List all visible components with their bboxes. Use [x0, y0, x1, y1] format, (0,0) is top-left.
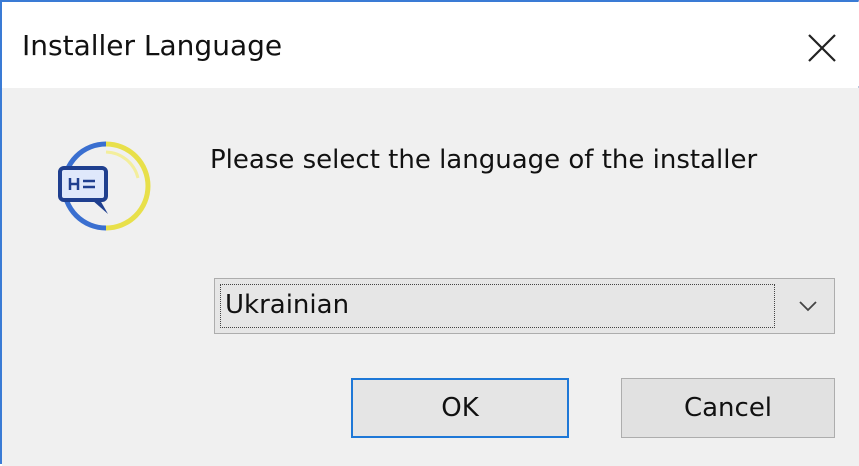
close-button[interactable] [790, 20, 854, 76]
chevron-down-icon [799, 301, 817, 312]
title-bar: Installer Language [2, 2, 859, 86]
window-title: Installer Language [22, 29, 283, 62]
ok-button[interactable]: OK [351, 378, 569, 438]
language-select[interactable]: Ukrainian [214, 278, 835, 334]
dialog-body: Please select the language of the instal… [2, 88, 859, 466]
installer-language-icon [50, 138, 156, 234]
close-icon [808, 34, 836, 62]
installer-language-dialog: Installer Language Please select the lan… [0, 0, 859, 466]
language-prompt: Please select the language of the instal… [210, 145, 758, 175]
cancel-button[interactable]: Cancel [621, 378, 835, 438]
dropdown-button[interactable] [786, 283, 830, 329]
language-select-value: Ukrainian [225, 290, 350, 320]
